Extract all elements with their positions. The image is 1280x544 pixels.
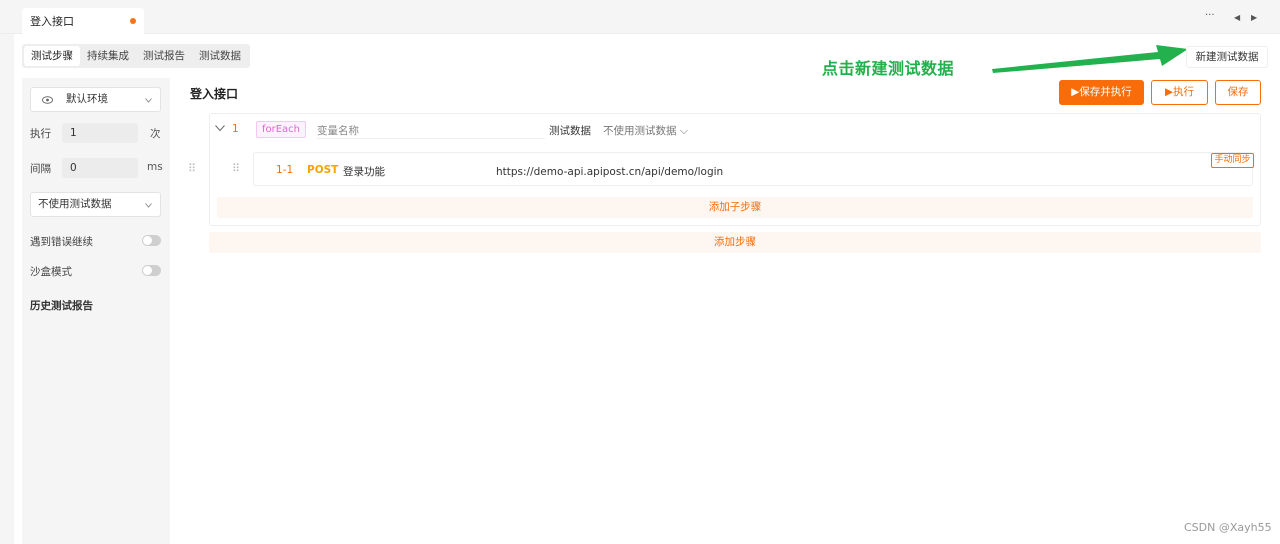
run-button[interactable]: ▶执行 (1151, 80, 1208, 105)
eye-icon (42, 96, 53, 104)
exec-label: 执行 (30, 128, 51, 140)
interval-input[interactable]: 0 (62, 158, 138, 178)
variable-name-input[interactable]: 变量名称 (317, 123, 545, 139)
left-gutter (0, 34, 14, 544)
sandbox-mode-toggle[interactable] (142, 265, 161, 276)
tab-title: 登入接口 (30, 15, 74, 28)
manual-sync-button[interactable]: 手动同步 (1211, 153, 1254, 168)
save-button[interactable]: 保存 (1215, 80, 1261, 105)
scroll-right-icon[interactable]: ▶ (1251, 13, 1257, 22)
continue-on-error-toggle[interactable] (142, 235, 161, 246)
continue-on-error-label: 遇到错误继续 (30, 236, 93, 248)
test-data-select-label: 不使用测试数据 (38, 198, 112, 210)
interval-label: 间隔 (30, 163, 51, 175)
tab-login-interface[interactable]: 登入接口 (22, 8, 144, 34)
subtab-bar: 测试步骤 持续集成 测试报告 测试数据 (22, 44, 250, 68)
http-method-badge: POST (307, 164, 339, 176)
more-icon[interactable]: ··· (1205, 10, 1215, 21)
sub-step-index: 1-1 (276, 164, 294, 176)
foreach-tag: forEach (256, 121, 306, 138)
sub-step-name: 登录功能 (343, 166, 385, 178)
tab-test-reports[interactable]: 测试报告 (136, 46, 192, 66)
interval-unit: ms (147, 161, 163, 173)
sub-step-url: https://demo-api.apipost.cn/api/demo/log… (496, 166, 724, 178)
step-test-data-select[interactable]: 不使用测试数据 ⌵ (603, 123, 688, 138)
sub-step-row[interactable] (253, 152, 1253, 186)
chevron-down-icon (145, 98, 152, 103)
sidebar: 默认环境 执行 1 次 间隔 0 ms 不使用测试数据 遇到错误继续 沙盒模式 … (22, 78, 170, 544)
tab-test-steps[interactable]: 测试步骤 (24, 46, 80, 66)
annotation-text: 点击新建测试数据 (822, 59, 955, 78)
collapse-chevron-icon[interactable] (215, 125, 225, 132)
env-select[interactable]: 默认环境 (30, 87, 161, 112)
arrow-icon (992, 45, 1188, 73)
unsaved-dot-icon (130, 18, 136, 24)
tab-ci[interactable]: 持续集成 (80, 46, 136, 66)
page-title: 登入接口 (190, 87, 239, 101)
tab-bar (0, 0, 1280, 34)
new-test-data-button[interactable]: 新建测试数据 (1186, 46, 1268, 68)
step-test-data-label: 测试数据 (549, 125, 591, 137)
add-step-button[interactable]: 添加步骤 (209, 232, 1261, 253)
sandbox-mode-label: 沙盒模式 (30, 266, 72, 278)
drag-handle-icon[interactable]: ⠿ (188, 162, 196, 175)
save-and-run-button[interactable]: ▶保存并执行 (1059, 80, 1144, 105)
scroll-left-icon[interactable]: ◀ (1234, 13, 1240, 22)
drag-handle-icon[interactable]: ⠿ (232, 162, 240, 175)
env-label: 默认环境 (66, 93, 108, 105)
test-data-select[interactable]: 不使用测试数据 (30, 192, 161, 217)
exec-count-input[interactable]: 1 (62, 123, 138, 143)
tab-test-data[interactable]: 测试数据 (192, 46, 248, 66)
watermark: CSDN @Xayh55 (1184, 521, 1272, 534)
chevron-down-icon (145, 203, 152, 208)
app-window: 登入接口 ··· ◀ ▶ 测试步骤 持续集成 测试报告 测试数据 默认环境 执行… (0, 0, 1280, 544)
add-sub-step-button[interactable]: 添加子步骤 (217, 197, 1253, 218)
history-reports-link[interactable]: 历史测试报告 (30, 298, 93, 313)
step-index: 1 (232, 123, 239, 135)
exec-unit: 次 (150, 128, 161, 140)
